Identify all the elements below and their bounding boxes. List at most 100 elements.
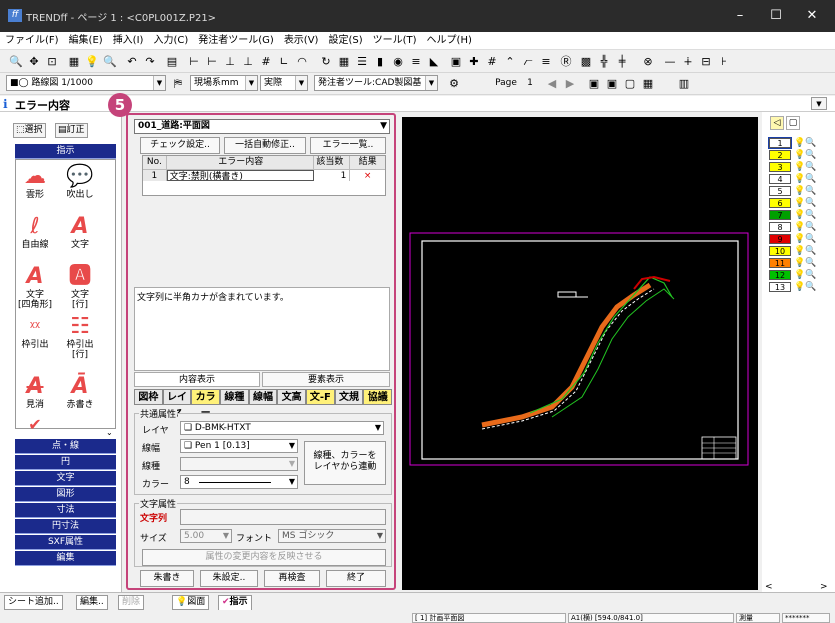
layer-select[interactable]: ■◯ 路線図 1/1000 ▼ <box>6 75 166 91</box>
search-icon[interactable]: 🔍 <box>805 246 816 256</box>
auto-fix-button[interactable]: 一括自動修正.. <box>224 137 306 154</box>
bulb-icon[interactable]: 💡 <box>794 234 805 244</box>
tool-leader-line[interactable]: ☷ 枠引出 [行] <box>60 314 100 360</box>
tool-more[interactable]: ✔ <box>15 412 55 438</box>
menu-client-tools[interactable]: 発注者ツール(G) <box>193 32 279 50</box>
layer-item[interactable]: 6 <box>769 198 791 208</box>
category-circle[interactable]: 円 <box>15 455 116 470</box>
tool-settings-icon[interactable]: ⚙ <box>446 76 462 91</box>
minus-icon[interactable]: — <box>662 54 678 69</box>
table-row[interactable]: 1 文字:禁則(横書き) 1 × <box>143 169 385 182</box>
linetype-field[interactable]: ▼ <box>180 457 298 471</box>
window-zoom-icon[interactable]: ⊡ <box>44 54 60 69</box>
point-icon[interactable]: ✚ <box>466 54 482 69</box>
bulb-icon[interactable]: 💡 <box>794 186 805 196</box>
page-tile-icon[interactable]: ▥ <box>676 76 692 91</box>
scale-select[interactable]: 実際 ▼ <box>260 75 308 91</box>
tab-text-font[interactable]: 文-F <box>306 389 335 405</box>
page-add-icon[interactable]: ▣ <box>586 76 602 91</box>
menu-settings[interactable]: 設定(S) <box>323 32 367 50</box>
list-icon[interactable]: ☰ <box>354 54 370 69</box>
layer-icon[interactable]: ▦ <box>66 54 82 69</box>
category-edit[interactable]: 編集 <box>15 551 116 566</box>
apply-attributes-button[interactable]: 属性の変更内容を反映させる <box>142 549 386 566</box>
search-icon[interactable]: 🔍 <box>805 150 816 160</box>
zoom-icon[interactable]: 🔍 <box>8 54 24 69</box>
scroll-right-icon[interactable]: > <box>820 582 828 592</box>
chart-icon[interactable]: ▮ <box>372 54 388 69</box>
r-icon[interactable]: Ⓡ <box>558 54 574 69</box>
snap2-icon[interactable]: ⊢ <box>204 54 220 69</box>
tab-element-view[interactable]: 要素表示 <box>262 372 390 387</box>
search-icon[interactable]: 🔍 <box>805 222 816 232</box>
maximize-button[interactable]: ☐ <box>756 6 796 26</box>
perpendicular-icon[interactable]: ∔ <box>680 54 696 69</box>
refresh-icon[interactable]: ↻ <box>318 54 334 69</box>
layer-item[interactable]: 12 <box>769 270 791 280</box>
tool-select[interactable]: 発注者ツール:CAD製図基 ▼ <box>314 75 438 91</box>
menu-insert[interactable]: 挿入(I) <box>108 32 149 50</box>
measure-icon[interactable]: ⊗ <box>640 54 656 69</box>
search-icon[interactable]: 🔍 <box>805 162 816 172</box>
pan-icon[interactable]: ✥ <box>26 54 42 69</box>
tool-balloon[interactable]: 💬 吹出し <box>60 164 100 200</box>
layer-manage-icon[interactable]: ⛿ <box>170 76 186 91</box>
layer-item[interactable]: 3 <box>769 162 791 172</box>
branch-icon[interactable]: ⊦ <box>716 54 732 69</box>
layer-item[interactable]: 4 <box>769 174 791 184</box>
search-icon[interactable]: 🔍 <box>805 138 816 148</box>
tool-strike[interactable]: A 見消 <box>15 374 55 410</box>
recheck-button[interactable]: 再検査 <box>264 570 320 587</box>
category-sxf-attribute[interactable]: SXF属性 <box>15 535 116 550</box>
grid-icon[interactable]: # <box>258 54 274 69</box>
search-icon[interactable]: 🔍 <box>805 174 816 184</box>
tab-text-height[interactable]: 文高 <box>277 389 307 405</box>
prev-page-icon[interactable]: ◀ <box>544 76 560 91</box>
menu-tools[interactable]: ツール(T) <box>368 32 422 50</box>
tab-linetype[interactable]: 線種 <box>220 389 249 405</box>
bulb-icon[interactable]: 💡 <box>794 270 805 280</box>
next-page-icon[interactable]: ▶ <box>562 76 578 91</box>
drawing-select[interactable]: 001_道路:平面図 ▼ <box>134 119 390 134</box>
category-point-line[interactable]: 点・線 <box>15 439 116 454</box>
bulb-icon[interactable]: 💡 <box>794 222 805 232</box>
tool-leader[interactable]: ᵡᵡ 枠引出 <box>15 314 55 350</box>
axis-icon[interactable]: ╪ <box>614 54 630 69</box>
search-icon[interactable]: 🔍 <box>805 234 816 244</box>
link-layer-button[interactable]: 線種、カラーを レイヤから連動 <box>304 441 386 485</box>
search-icon[interactable]: 🔍 <box>805 270 816 280</box>
search-icon[interactable]: 🔍 <box>805 186 816 196</box>
hatch-icon[interactable]: # <box>484 54 500 69</box>
category-dimension[interactable]: 寸法 <box>15 503 116 518</box>
close-button[interactable]: ✕ <box>792 6 832 26</box>
tab-frame[interactable]: 図枠 <box>134 389 163 405</box>
layer-item[interactable]: 5 <box>769 186 791 196</box>
scroll-down-icon[interactable]: ⌄ <box>106 428 113 437</box>
drawing-canvas[interactable] <box>402 117 758 590</box>
error-list-button[interactable]: エラー一覧.. <box>310 137 386 154</box>
property-icon[interactable]: ▤ <box>164 54 180 69</box>
units-select[interactable]: 現場系mm ▼ <box>190 75 258 91</box>
equal-icon[interactable]: ≡ <box>538 54 554 69</box>
search-icon[interactable]: 🔍 <box>805 210 816 220</box>
palette-icon[interactable]: ◉ <box>390 54 406 69</box>
layer-item[interactable]: 2 <box>769 150 791 160</box>
layer-settings-icon[interactable]: ▢ <box>786 116 800 130</box>
layer-item[interactable]: 9 <box>769 234 791 244</box>
page-copy-icon[interactable]: ▣ <box>604 76 620 91</box>
snap3-icon[interactable]: ⊥ <box>222 54 238 69</box>
delete-sheet-button[interactable]: 削除 <box>118 595 145 610</box>
tool-text-line[interactable]: 🅰 文字 [行] <box>60 264 100 310</box>
tool-text[interactable]: A 文字 <box>60 214 100 250</box>
table-icon[interactable]: ▦ <box>336 54 352 69</box>
redo-icon[interactable]: ↷ <box>142 54 158 69</box>
red-settings-button[interactable]: 朱設定.. <box>200 570 258 587</box>
search-icon[interactable]: 🔍 <box>102 54 118 69</box>
layer-item[interactable]: 1 <box>768 137 792 149</box>
layer-item[interactable]: 13 <box>769 282 791 292</box>
bulb-icon[interactable]: 💡 <box>794 174 805 184</box>
snap-icon[interactable]: ⊢ <box>186 54 202 69</box>
menu-edit[interactable]: 編集(E) <box>64 32 108 50</box>
page-grid-icon[interactable]: ▦ <box>640 76 656 91</box>
bulb-icon[interactable]: 💡 <box>794 282 805 292</box>
